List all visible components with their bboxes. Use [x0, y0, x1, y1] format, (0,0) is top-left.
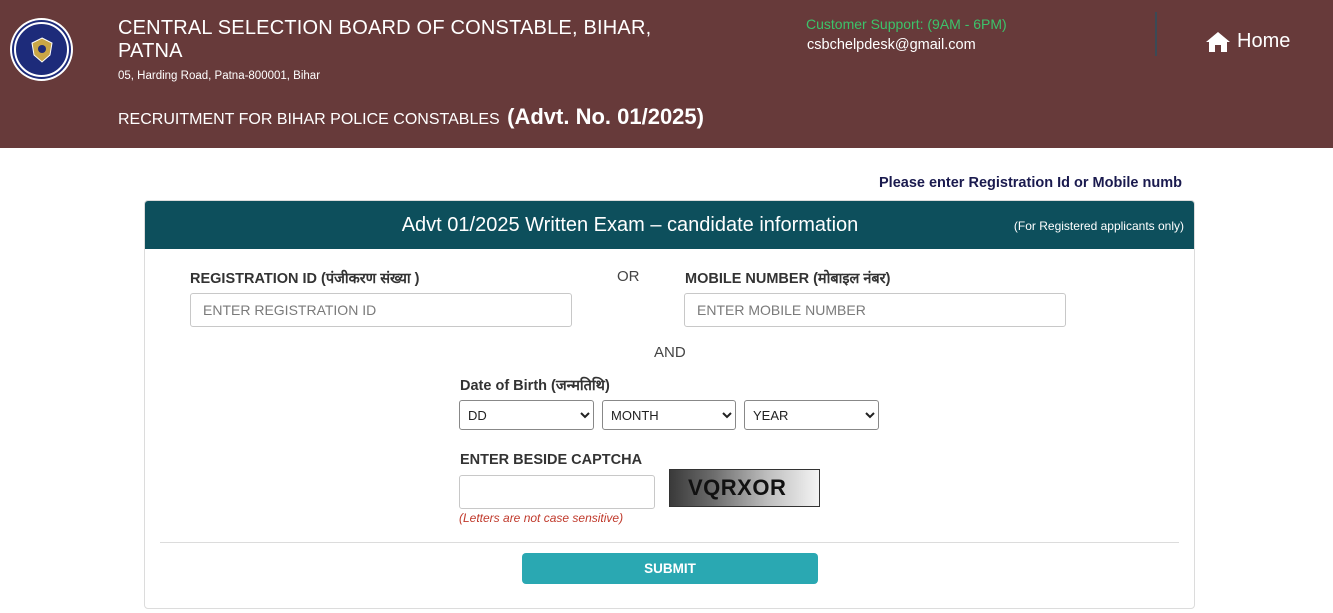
registration-label: REGISTRATION ID (पंजीकरण संख्या )	[190, 271, 420, 287]
form-header: Advt 01/2025 Written Exam – candidate in…	[145, 201, 1194, 249]
form-title: Advt 01/2025 Written Exam – candidate in…	[401, 214, 859, 236]
notice-marquee: Please enter Registration Id or Mobile n…	[879, 175, 1182, 191]
captcha-text: VQRXOR	[688, 475, 787, 500]
dob-month-select[interactable]: MONTH	[602, 400, 736, 430]
captcha-image: VQRXOR	[669, 469, 820, 507]
home-icon	[1206, 31, 1230, 52]
form-note: (For Registered applicants only)	[1013, 219, 1184, 233]
registration-id-input[interactable]	[190, 293, 572, 327]
candidate-form-card: Advt 01/2025 Written Exam – candidate in…	[144, 200, 1195, 609]
support-email[interactable]: csbchelpdesk@gmail.com	[807, 37, 976, 53]
advt-number: (Advt. No. 01/2025)	[507, 104, 704, 129]
mobile-number-input[interactable]	[684, 293, 1066, 327]
home-label: Home	[1237, 30, 1291, 52]
dob-day-select[interactable]: DD	[459, 400, 594, 430]
dob-label: Date of Birth (जन्मतिथि)	[460, 378, 610, 394]
org-name: CENTRAL SELECTION BOARD OF CONSTABLE, BI…	[118, 17, 652, 62]
emblem-logo	[10, 18, 73, 81]
and-label: AND	[654, 344, 686, 361]
home-link[interactable]: Home	[1205, 30, 1290, 53]
customer-support-label: Customer Support: (9AM - 6PM)	[806, 16, 1007, 32]
captcha-label: ENTER BESIDE CAPTCHA	[460, 452, 643, 468]
recruitment-heading: RECRUITMENT FOR BIHAR POLICE CONSTABLES …	[118, 104, 704, 130]
site-header: CENTRAL SELECTION BOARD OF CONSTABLE, BI…	[0, 0, 1333, 148]
police-emblem-icon	[14, 22, 69, 77]
or-label: OR	[617, 268, 640, 285]
header-divider	[1155, 12, 1157, 56]
mobile-label: MOBILE NUMBER (मोबाइल नंबर)	[685, 271, 891, 287]
form-divider	[160, 542, 1179, 543]
captcha-input[interactable]	[459, 475, 655, 509]
recruitment-text: RECRUITMENT FOR BIHAR POLICE CONSTABLES	[118, 111, 500, 128]
captcha-hint: (Letters are not case sensitive)	[459, 511, 624, 525]
dob-year-select[interactable]: YEAR	[744, 400, 879, 430]
org-address: 05, Harding Road, Patna-800001, Bihar	[118, 70, 321, 82]
submit-button[interactable]: SUBMIT	[522, 553, 818, 584]
